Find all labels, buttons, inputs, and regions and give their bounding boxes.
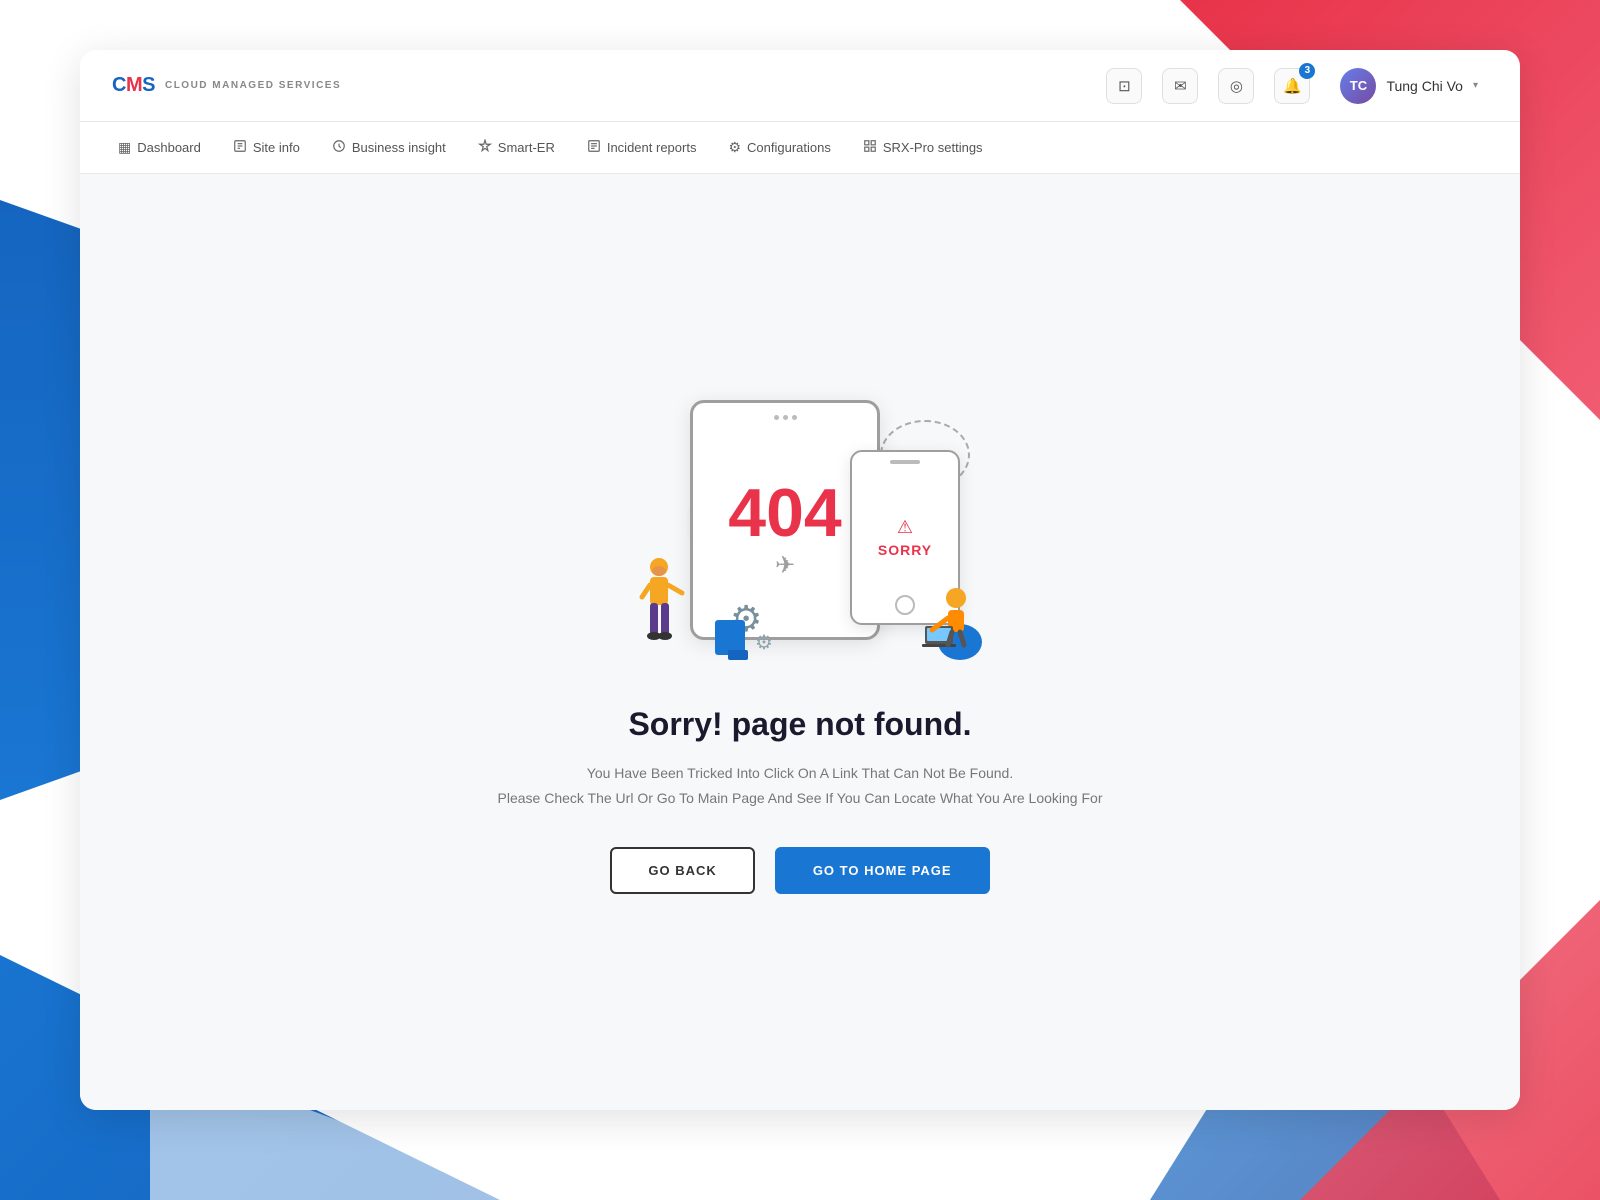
bell-icon: 🔔	[1283, 77, 1302, 95]
support-icon: ◎	[1230, 77, 1243, 95]
error-desc-line1: You Have Been Tricked Into Click On A Li…	[498, 761, 1103, 786]
action-buttons: GO BACK GO TO HOME PAGE	[610, 847, 989, 894]
error-title: Sorry! page not found.	[628, 706, 971, 743]
error-description: You Have Been Tricked Into Click On A Li…	[498, 761, 1103, 811]
nav-label-business-insight: Business insight	[352, 140, 446, 155]
sorry-label: SORRY	[878, 542, 932, 558]
nav-label-srx-pro: SRX-Pro settings	[883, 140, 983, 155]
srx-pro-icon	[863, 139, 877, 156]
sorry-box: ⚠ SORRY	[878, 517, 932, 558]
nav-item-dashboard[interactable]: ▦ Dashboard	[104, 131, 215, 164]
warning-triangle-icon: ⚠	[897, 517, 913, 538]
nav-label-incident-reports: Incident reports	[607, 140, 697, 155]
configurations-icon: ⚙	[728, 139, 741, 156]
nav-label-site-info: Site info	[253, 140, 300, 155]
nav-label-dashboard: Dashboard	[137, 140, 201, 155]
dashboard-icon: ▦	[118, 139, 131, 156]
nav-item-incident-reports[interactable]: Incident reports	[573, 131, 711, 164]
go-home-button[interactable]: GO TO HOME PAGE	[775, 847, 990, 894]
blue-box-bottom	[728, 650, 748, 660]
notification-badge: 3	[1299, 63, 1315, 79]
mail-icon-button[interactable]: ✉	[1162, 68, 1198, 104]
main-content: 404 ✈ ⚠ SORRY ⚙ ⚙	[80, 174, 1520, 1110]
nav-item-site-info[interactable]: Site info	[219, 131, 314, 164]
gear-small-icon: ⚙	[755, 630, 773, 655]
nav-bar: ▦ Dashboard Site info Business insight S…	[80, 122, 1520, 174]
tablet-dots	[774, 415, 797, 420]
app-logo: CMS	[112, 74, 155, 97]
header: CMS CLOUD MANAGED SERVICES ⊡ ✉ ◎ 🔔 3	[80, 50, 1520, 122]
paper-plane-icon: ✈	[775, 551, 795, 580]
error-illustration: 404 ✈ ⚠ SORRY ⚙ ⚙	[610, 390, 990, 670]
error-code-display: 404	[728, 479, 841, 547]
error-desc-line2: Please Check The Url Or Go To Main Page …	[498, 786, 1103, 811]
go-back-button[interactable]: GO BACK	[610, 847, 754, 894]
avatar: TC	[1340, 68, 1376, 104]
nav-item-configurations[interactable]: ⚙ Configurations	[714, 131, 844, 164]
business-insight-icon	[332, 139, 346, 156]
person-standing	[632, 555, 687, 655]
chevron-down-icon: ▾	[1473, 80, 1478, 91]
main-card: CMS CLOUD MANAGED SERVICES ⊡ ✉ ◎ 🔔 3	[80, 50, 1520, 1110]
nav-label-configurations: Configurations	[747, 140, 831, 155]
nav-label-smart-er: Smart-ER	[498, 140, 555, 155]
person-sitting	[910, 580, 985, 665]
nav-item-smart-er[interactable]: Smart-ER	[464, 131, 569, 164]
phone-notch	[890, 460, 920, 464]
screen-icon-button[interactable]: ⊡	[1106, 68, 1142, 104]
notification-wrapper: 🔔 3	[1274, 68, 1310, 104]
screen-icon: ⊡	[1118, 77, 1131, 95]
user-name: Tung Chi Vo	[1386, 78, 1463, 94]
smart-er-icon	[478, 139, 492, 156]
header-actions: ⊡ ✉ ◎ 🔔 3 TC Tung Chi Vo ▾	[1106, 62, 1488, 110]
incident-reports-icon	[587, 139, 601, 156]
mail-icon: ✉	[1174, 77, 1187, 95]
nav-item-business-insight[interactable]: Business insight	[318, 131, 460, 164]
site-info-icon	[233, 139, 247, 156]
user-menu[interactable]: TC Tung Chi Vo ▾	[1330, 62, 1488, 110]
app-subtitle: CLOUD MANAGED SERVICES	[165, 80, 341, 91]
support-icon-button[interactable]: ◎	[1218, 68, 1254, 104]
nav-item-srx-pro[interactable]: SRX-Pro settings	[849, 131, 997, 164]
logo-area: CMS CLOUD MANAGED SERVICES	[112, 74, 341, 97]
